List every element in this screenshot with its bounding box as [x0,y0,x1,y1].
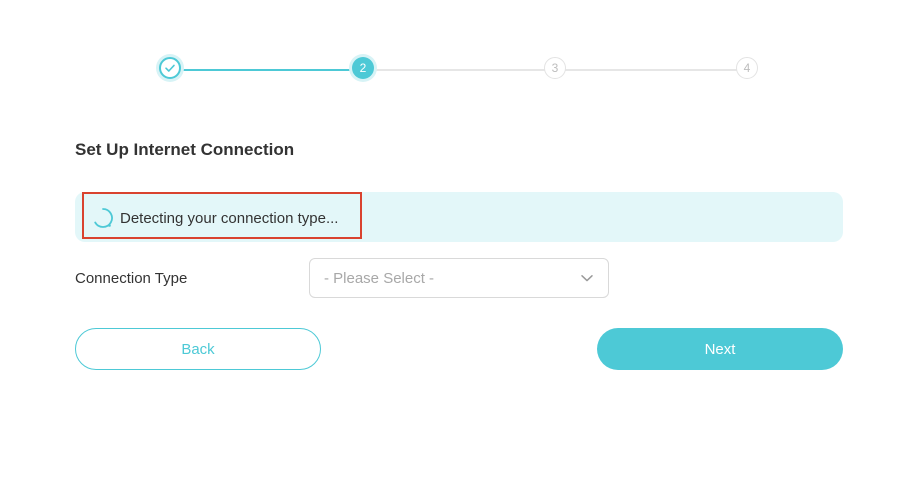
detection-status-text: Detecting your connection type... [120,209,339,227]
stepper-line-1 [171,69,363,71]
connection-type-label: Connection Type [75,270,188,287]
stepper-line-3 [555,69,746,71]
detection-status: Detecting your connection type... [92,207,338,229]
connection-type-select[interactable]: - Please Select - [309,258,609,298]
next-button[interactable]: Next [597,328,843,370]
connection-type-select-value: - Please Select - [324,269,435,287]
page-title: Set Up Internet Connection [75,140,295,159]
check-icon [165,64,175,72]
step-1-completed [159,57,181,79]
back-button[interactable]: Back [75,328,321,370]
step-3-pending: 3 [544,57,566,79]
loading-spinner-icon [94,208,113,228]
chevron-down-icon [581,275,593,282]
step-2-current: 2 [352,57,374,79]
setup-wizard-page: 2 3 4 Set Up Internet Connection Detecti… [0,0,924,500]
step-4-pending: 4 [736,57,758,79]
progress-stepper: 2 3 4 [158,57,762,83]
stepper-line-2 [363,69,555,71]
